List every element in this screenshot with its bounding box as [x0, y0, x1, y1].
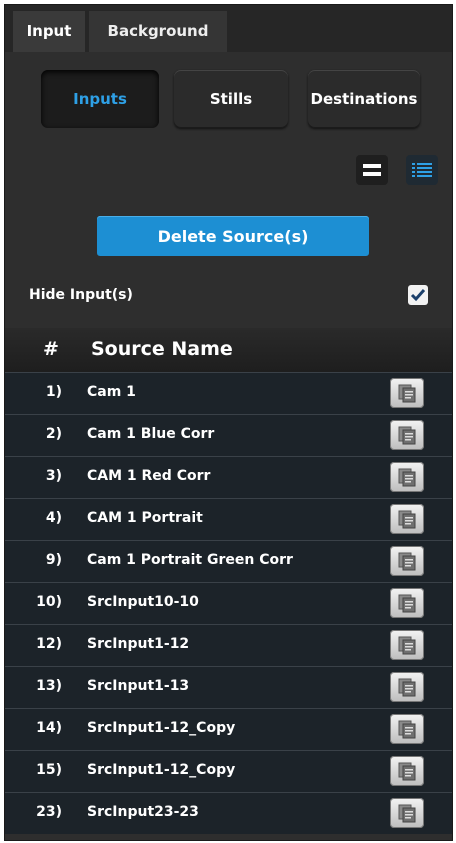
row-source-name: SrcInput1-12_Copy [87, 720, 236, 736]
copy-button[interactable] [390, 672, 424, 702]
row-number: 3) [45, 468, 62, 484]
copy-button[interactable] [390, 546, 424, 576]
copy-icon [398, 678, 416, 697]
copy-icon [398, 762, 416, 781]
copy-button[interactable] [390, 756, 424, 786]
copy-button[interactable] [390, 714, 424, 744]
row-number: 10) [36, 594, 62, 610]
inputs-button[interactable]: Inputs [41, 70, 159, 128]
table-row[interactable]: 13) SrcInput1-13 [5, 666, 452, 708]
row-number: 13) [36, 678, 62, 694]
table-row[interactable]: 1) Cam 1 [5, 372, 452, 414]
row-number: 1) [45, 384, 62, 400]
hide-inputs-checkbox[interactable] [408, 285, 428, 305]
tab-input[interactable]: Input [13, 11, 85, 52]
table-row[interactable]: 10) SrcInput10-10 [5, 582, 452, 624]
checkmark-icon [410, 289, 426, 302]
destinations-button[interactable]: Destinations [308, 70, 420, 128]
compact-view-button[interactable] [356, 155, 388, 185]
copy-icon [398, 720, 416, 739]
copy-icon [398, 594, 416, 613]
row-number: 14) [36, 720, 62, 736]
copy-button[interactable] [390, 420, 424, 450]
copy-icon [398, 384, 416, 403]
row-number: 9) [45, 552, 62, 568]
copy-icon [398, 426, 416, 445]
table-row[interactable]: 15) SrcInput1-12_Copy [5, 750, 452, 792]
row-source-name: Cam 1 Blue Corr [87, 426, 215, 442]
table-row[interactable]: 4) CAM 1 Portrait [5, 498, 452, 540]
row-number: 12) [36, 636, 62, 652]
list-view-button[interactable] [406, 155, 438, 185]
source-list: 1) Cam 1 2) Cam 1 Blue Corr 3) CAM 1 Red Corr… [5, 372, 452, 834]
copy-button[interactable] [390, 588, 424, 618]
copy-button[interactable] [390, 798, 424, 828]
row-source-name: CAM 1 Portrait [87, 510, 203, 526]
compact-view-icon [363, 164, 381, 176]
row-number: 2) [45, 426, 62, 442]
stills-button[interactable]: Stills [174, 70, 288, 128]
tab-background[interactable]: Background [89, 11, 227, 52]
copy-icon [398, 636, 416, 655]
row-source-name: Cam 1 Portrait Green Corr [87, 552, 293, 568]
copy-button[interactable] [390, 630, 424, 660]
row-number: 15) [36, 762, 62, 778]
hide-inputs-label: Hide Input(s) [29, 287, 133, 303]
copy-button[interactable] [390, 462, 424, 492]
table-header: # Source Name [5, 328, 452, 372]
row-number: 4) [45, 510, 62, 526]
copy-icon [398, 552, 416, 571]
row-source-name: SrcInput23-23 [87, 804, 199, 820]
table-row[interactable]: 3) CAM 1 Red Corr [5, 456, 452, 498]
row-source-name: Cam 1 [87, 384, 136, 400]
input-panel: Input Background Inputs Stills Destinati… [4, 4, 453, 841]
header-source-name[interactable]: Source Name [91, 338, 233, 360]
header-number: # [43, 338, 59, 360]
copy-icon [398, 510, 416, 529]
row-source-name: SrcInput1-12 [87, 636, 190, 652]
copy-button[interactable] [390, 504, 424, 534]
copy-button[interactable] [390, 378, 424, 408]
row-source-name: SrcInput10-10 [87, 594, 199, 610]
table-row[interactable]: 9) Cam 1 Portrait Green Corr [5, 540, 452, 582]
tab-bar: Input Background [5, 5, 452, 52]
table-row[interactable]: 14) SrcInput1-12_Copy [5, 708, 452, 750]
copy-icon [398, 468, 416, 487]
row-source-name: SrcInput1-12_Copy [87, 762, 236, 778]
row-number: 23) [36, 804, 62, 820]
table-row[interactable]: 12) SrcInput1-12 [5, 624, 452, 666]
list-view-icon [412, 163, 432, 177]
table-row[interactable]: 23) SrcInput23-23 [5, 792, 452, 834]
delete-sources-button[interactable]: Delete Source(s) [97, 216, 369, 256]
row-source-name: SrcInput1-13 [87, 678, 190, 694]
row-source-name: CAM 1 Red Corr [87, 468, 211, 484]
table-row[interactable]: 2) Cam 1 Blue Corr [5, 414, 452, 456]
copy-icon [398, 804, 416, 823]
